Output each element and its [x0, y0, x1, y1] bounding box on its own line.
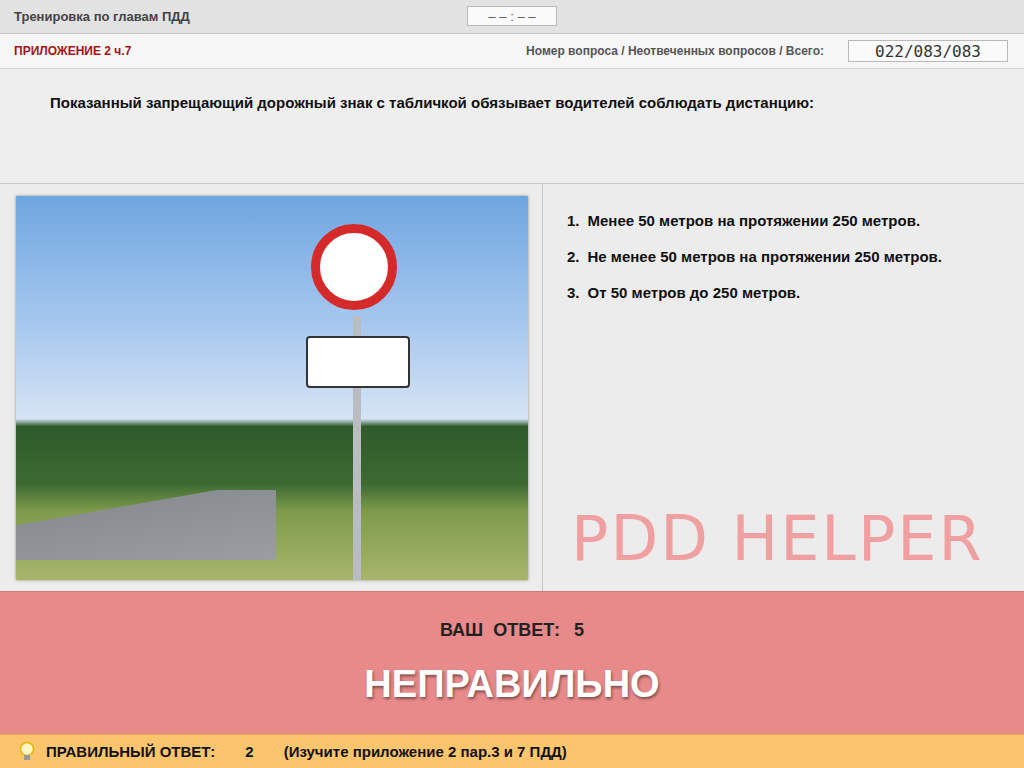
your-answer-value: 5 [574, 620, 584, 641]
section-label: ПРИЛОЖЕНИЕ 2 ч.7 [14, 44, 502, 58]
answer-number: 3. [567, 284, 580, 301]
timer: – – : – – [467, 6, 557, 26]
answer-text: Не менее 50 метров на протяжении 250 мет… [588, 248, 942, 265]
watermark: PDD HELPER [571, 502, 984, 575]
image-panel [0, 184, 543, 591]
answer-number: 1. [567, 212, 580, 229]
page-title: Тренировка по главам ПДД [14, 9, 190, 24]
result-panel: ВАШ ОТВЕТ: 5 НЕПРАВИЛЬНО [0, 591, 1024, 734]
question-counter: 022/083/083 [848, 40, 1008, 62]
answer-option[interactable]: 1. Менее 50 метров на протяжении 250 метр… [567, 212, 1004, 229]
correct-answer-value: 2 [245, 743, 253, 760]
plate-shape [306, 336, 410, 388]
hint-bar: ПРАВИЛЬНЫЙ ОТВЕТ: 2 (Изучите приложение 2 … [0, 734, 1024, 768]
your-answer-label: ВАШ ОТВЕТ: [440, 620, 560, 641]
answer-number: 2. [567, 248, 580, 265]
answer-text: Менее 50 метров на протяжении 250 метров… [588, 212, 921, 229]
road-shape [16, 490, 276, 560]
counter-label: Номер вопроса / Неотвеченных вопросов / … [526, 44, 824, 58]
info-bar: ПРИЛОЖЕНИЕ 2 ч.7 Номер вопроса / Неотвече… [0, 34, 1024, 69]
correct-answer-label: ПРАВИЛЬНЫЙ ОТВЕТ: [46, 743, 215, 760]
question-photo [16, 196, 528, 580]
verdict: НЕПРАВИЛЬНО [364, 663, 659, 706]
timer-holder: – – : – – [467, 6, 557, 26]
lightbulb-icon [18, 741, 36, 763]
your-answer: ВАШ ОТВЕТ: 5 [440, 620, 584, 641]
answer-text: От 50 метров до 250 метров. [588, 284, 801, 301]
answer-option[interactable]: 2. Не менее 50 метров на протяжении 250 м… [567, 248, 1004, 265]
answer-list: 1. Менее 50 метров на протяжении 250 метр… [567, 212, 1004, 301]
sign-shape [311, 224, 397, 310]
hint-note: (Изучите приложение 2 пар.3 и 7 ПДД) [284, 743, 567, 760]
answers-panel: 1. Менее 50 метров на протяжении 250 метр… [543, 184, 1024, 591]
question-text: Показанный запрещающий дорожный знак с т… [0, 69, 1024, 184]
top-bar: Тренировка по главам ПДД – – : – – [0, 0, 1024, 34]
answer-option[interactable]: 3. От 50 метров до 250 метров. [567, 284, 1004, 301]
content-area: 1. Менее 50 метров на протяжении 250 метр… [0, 184, 1024, 591]
